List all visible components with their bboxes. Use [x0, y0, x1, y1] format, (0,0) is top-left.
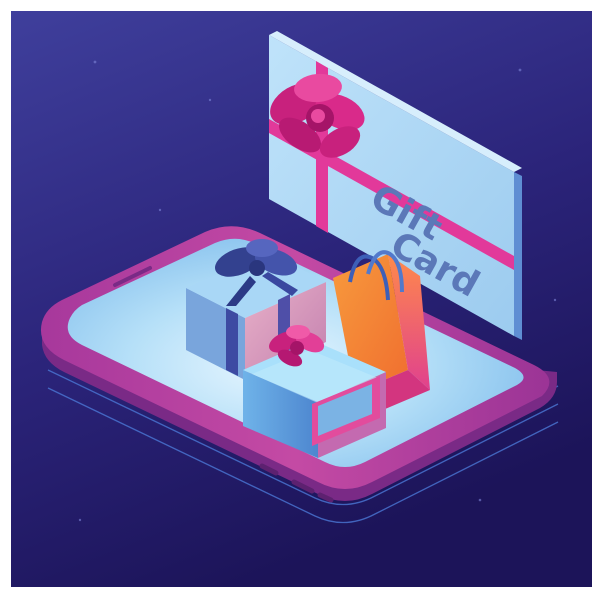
gift-card-illustration: Gift Card	[0, 0, 603, 598]
gift-card-edge	[514, 172, 522, 340]
